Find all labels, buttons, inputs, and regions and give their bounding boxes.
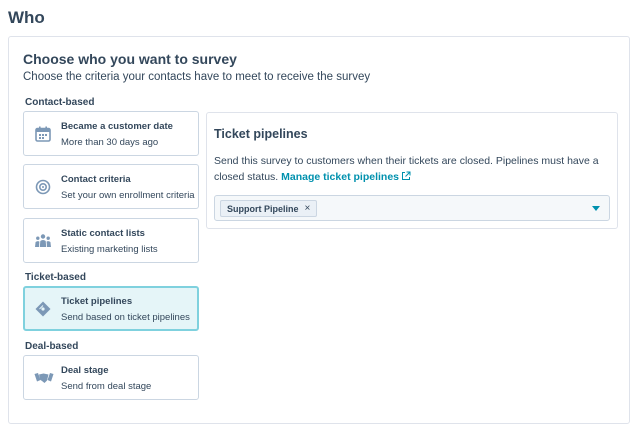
option-title: Ticket pipelines bbox=[61, 296, 133, 307]
option-subtitle: Set your own enrollment criteria bbox=[61, 190, 195, 201]
option-title: Contact criteria bbox=[61, 174, 131, 185]
manage-link-label: Manage ticket pipelines bbox=[281, 171, 399, 183]
section-label-contact-based: Contact-based bbox=[25, 97, 95, 108]
option-ticket-pipelines[interactable]: Ticket pipelines Send based on ticket pi… bbox=[23, 286, 199, 331]
option-became-customer-date[interactable]: Became a customer date More than 30 days… bbox=[23, 111, 199, 156]
external-link-icon bbox=[402, 171, 411, 180]
page-title: Who bbox=[8, 8, 45, 27]
panel-heading: Choose who you want to survey bbox=[23, 51, 237, 67]
manage-ticket-pipelines-link[interactable]: Manage ticket pipelines bbox=[281, 171, 411, 183]
option-title: Deal stage bbox=[61, 365, 109, 376]
tag-label: Support Pipeline bbox=[227, 203, 299, 214]
remove-tag-icon[interactable]: × bbox=[305, 203, 311, 214]
option-static-contact-lists[interactable]: Static contact lists Existing marketing … bbox=[23, 218, 199, 263]
option-deal-stage[interactable]: Deal stage Send from deal stage bbox=[23, 355, 199, 400]
option-subtitle: Existing marketing lists bbox=[61, 244, 158, 255]
selected-pipeline-tag: Support Pipeline × bbox=[220, 200, 318, 217]
calendar-icon bbox=[35, 126, 51, 142]
handshake-icon bbox=[34, 373, 54, 383]
pipeline-select[interactable]: Support Pipeline × bbox=[214, 195, 610, 221]
option-subtitle: More than 30 days ago bbox=[61, 137, 159, 148]
ticket-pipelines-detail: Ticket pipelines Send this survey to cus… bbox=[206, 112, 618, 229]
option-contact-criteria[interactable]: Contact criteria Set your own enrollment… bbox=[23, 164, 199, 209]
section-label-deal-based: Deal-based bbox=[25, 341, 79, 352]
section-label-ticket-based: Ticket-based bbox=[25, 272, 86, 283]
chevron-down-icon[interactable] bbox=[592, 206, 600, 211]
ticket-icon bbox=[35, 301, 51, 317]
survey-audience-panel: Choose who you want to survey Choose the… bbox=[8, 36, 630, 424]
option-subtitle: Send based on ticket pipelines bbox=[61, 312, 190, 323]
target-icon bbox=[35, 179, 51, 195]
option-title: Became a customer date bbox=[61, 121, 173, 132]
people-icon bbox=[35, 234, 51, 247]
detail-title: Ticket pipelines bbox=[214, 127, 308, 141]
option-subtitle: Send from deal stage bbox=[61, 381, 152, 392]
detail-description: Send this survey to customers when their… bbox=[214, 153, 599, 185]
panel-description: Choose the criteria your contacts have t… bbox=[23, 71, 371, 83]
option-title: Static contact lists bbox=[61, 228, 145, 239]
